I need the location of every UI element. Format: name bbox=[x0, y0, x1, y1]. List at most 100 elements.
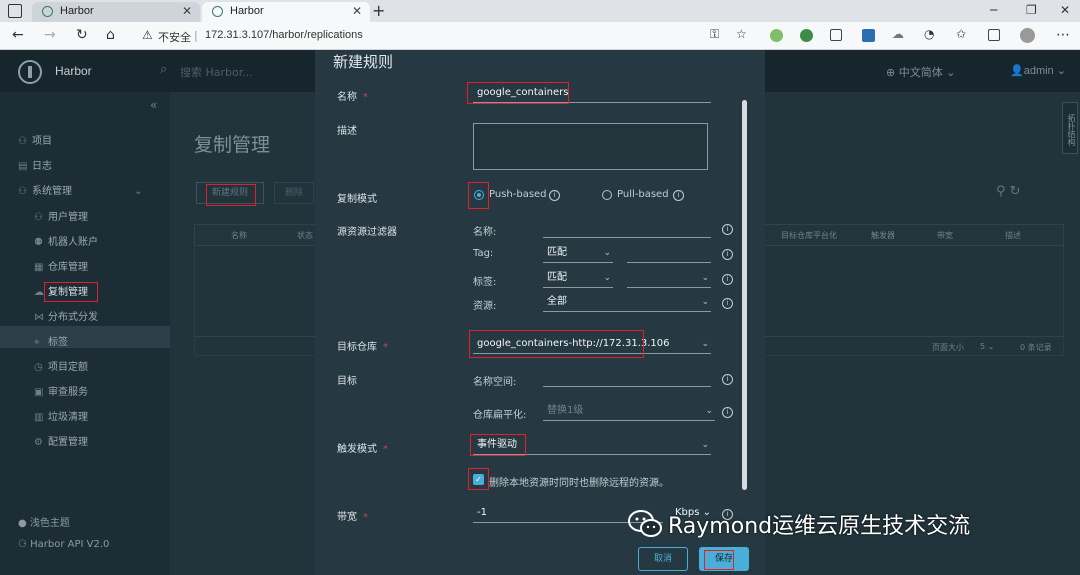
page-size-value: 5 bbox=[980, 342, 986, 351]
bandwidth-label: 带宽 * bbox=[337, 508, 368, 523]
url-separator: | bbox=[194, 29, 198, 42]
cloud-icon[interactable]: ☁ bbox=[892, 27, 904, 41]
extension-icon[interactable] bbox=[800, 29, 813, 42]
source-filter-label: 源资源过滤器 bbox=[337, 227, 397, 238]
back-icon[interactable]: ← bbox=[12, 27, 24, 43]
url-field[interactable]: 172.31.3.107/harbor/replications bbox=[205, 29, 363, 41]
robot-icon: ⚉ bbox=[34, 237, 43, 248]
minimize-icon[interactable]: ─ bbox=[990, 3, 997, 17]
extension-icon[interactable] bbox=[830, 29, 842, 41]
project-icon: ⚇ bbox=[18, 136, 27, 147]
search-input[interactable]: 搜索 Harbor... bbox=[180, 64, 253, 80]
user-icon: ⚇ bbox=[34, 212, 43, 223]
favorites-icon[interactable]: ✩ bbox=[956, 27, 966, 41]
namespace-input[interactable] bbox=[543, 369, 711, 387]
log-icon: ▤ bbox=[18, 161, 28, 172]
column-header[interactable]: 触发器 bbox=[871, 230, 895, 241]
sidebar-item-label: 分布式分发 bbox=[48, 312, 98, 323]
column-header[interactable]: 描述 bbox=[1005, 230, 1021, 241]
filter-tag-select[interactable]: 匹配 ⌄ bbox=[543, 245, 613, 263]
column-header[interactable]: 名称 bbox=[231, 230, 247, 241]
new-tab-icon[interactable]: + bbox=[372, 1, 385, 20]
maximize-icon[interactable]: ❐ bbox=[1026, 3, 1037, 17]
sidebar-item-projects[interactable]: ⚇ 项目 bbox=[18, 132, 52, 147]
page-size-select[interactable]: 5 ⌄ bbox=[980, 342, 994, 351]
destination-registry-label-text: 目标仓库 bbox=[337, 342, 377, 353]
security-label[interactable]: 不安全 bbox=[158, 29, 191, 45]
theme-toggle[interactable]: ● 浅色主题 bbox=[18, 514, 70, 529]
sidebar-item-quotas[interactable]: ◷ 项目定额 bbox=[34, 358, 88, 373]
brand-name[interactable]: Harbor bbox=[55, 64, 92, 78]
filter-label-select[interactable]: 匹配 ⌄ bbox=[543, 270, 613, 288]
pull-based-radio[interactable] bbox=[602, 190, 612, 200]
browser-tab-1[interactable]: Harbor ✕ bbox=[32, 2, 200, 22]
search-icon[interactable]: ⚲ ↻ bbox=[996, 184, 1021, 199]
close-window-icon[interactable]: ✕ bbox=[1060, 3, 1070, 17]
sidebar-item-registries[interactable]: ▦ 仓库管理 bbox=[34, 258, 88, 273]
highlight-box bbox=[206, 184, 256, 206]
collapse-sidebar-icon[interactable]: « bbox=[150, 98, 157, 112]
sidebar-item-label: 项目定额 bbox=[48, 362, 88, 373]
search-icon[interactable]: ⌕ bbox=[160, 62, 167, 77]
modal-scrollbar[interactable] bbox=[742, 100, 747, 490]
warning-icon[interactable]: ⚠ bbox=[142, 28, 153, 42]
highlight-box bbox=[44, 282, 98, 302]
close-tab-icon[interactable]: ✕ bbox=[352, 4, 362, 18]
sidebar-item-robots[interactable]: ⚉ 机器人账户 bbox=[34, 233, 98, 248]
tab-actions-icon[interactable] bbox=[8, 4, 22, 18]
column-header[interactable]: 目标仓库平台化 bbox=[781, 230, 837, 241]
reload-icon[interactable]: ↻ bbox=[76, 27, 88, 43]
description-textarea[interactable] bbox=[473, 123, 708, 170]
info-icon[interactable]: i bbox=[673, 190, 684, 201]
language-selector[interactable]: ⊕ 中文简体 ⌄ bbox=[886, 64, 955, 80]
close-tab-icon[interactable]: ✕ bbox=[182, 4, 192, 18]
flatten-select[interactable]: 替换1级 ⌄ bbox=[543, 403, 715, 421]
info-icon[interactable]: i bbox=[722, 298, 733, 309]
filter-tag-label: Tag: bbox=[473, 248, 494, 259]
info-icon[interactable]: i bbox=[722, 224, 733, 235]
cancel-button[interactable]: 取消 bbox=[638, 547, 688, 571]
sidebar-item-users[interactable]: ⚇ 用户管理 bbox=[34, 208, 88, 223]
extension-icon[interactable]: ◔ bbox=[924, 27, 934, 41]
harbor-logo-icon[interactable] bbox=[18, 60, 42, 84]
sidebar-item-gc[interactable]: ▥ 垃圾清理 bbox=[34, 408, 88, 423]
column-header[interactable]: 状态 bbox=[297, 230, 313, 241]
highlight-box bbox=[468, 468, 489, 490]
sidebar-item-logs[interactable]: ▤ 日志 bbox=[18, 157, 52, 172]
sidebar-item-administration[interactable]: ⚇ 系统管理 ⌄ bbox=[18, 182, 142, 197]
filter-label-value: 匹配 bbox=[547, 272, 567, 283]
info-icon[interactable]: i bbox=[722, 274, 733, 285]
config-icon: ⚙ bbox=[34, 437, 43, 448]
filter-name-input[interactable] bbox=[543, 220, 711, 238]
extension-icon[interactable] bbox=[862, 29, 875, 42]
column-header[interactable]: 带宽 bbox=[937, 230, 953, 241]
info-icon[interactable]: i bbox=[549, 190, 560, 201]
push-based-label[interactable]: Push-based bbox=[489, 189, 547, 200]
profile-avatar[interactable] bbox=[1020, 28, 1035, 43]
delete-remote-label[interactable]: 删除本地资源时同时也删除远程的资源。 bbox=[489, 474, 669, 489]
info-icon[interactable]: i bbox=[722, 374, 733, 385]
filter-tag-input[interactable] bbox=[627, 245, 711, 263]
collections-icon[interactable] bbox=[988, 29, 1000, 41]
favorite-add-icon[interactable]: ☆ bbox=[736, 27, 747, 41]
extension-icon[interactable] bbox=[770, 29, 783, 42]
user-menu[interactable]: 👤admin ⌄ bbox=[1010, 64, 1066, 77]
sidebar-item-scanners[interactable]: ▣ 审查服务 bbox=[34, 383, 88, 398]
delete-rule-button[interactable]: 删除 bbox=[274, 182, 314, 204]
more-icon[interactable]: ⋯ bbox=[1056, 27, 1070, 43]
api-explorer-link[interactable]: ⚆ Harbor API V2.0 bbox=[18, 539, 109, 550]
sidebar-item-configuration[interactable]: ⚙ 配置管理 bbox=[34, 433, 88, 448]
sidebar-item-labels[interactable]: ⌖ 标签 bbox=[34, 333, 68, 348]
info-icon[interactable]: i bbox=[722, 407, 733, 418]
filter-resource-select[interactable]: 全部 ⌄ bbox=[543, 294, 711, 312]
info-icon[interactable]: i bbox=[722, 249, 733, 260]
browser-tab-2[interactable]: Harbor ✕ bbox=[202, 2, 370, 22]
key-icon[interactable]: ⚿ bbox=[710, 27, 719, 42]
filter-label-input[interactable]: ⌄ bbox=[627, 270, 711, 288]
pull-based-label[interactable]: Pull-based bbox=[617, 189, 669, 200]
side-panel-tab[interactable]: 拓扑结构 bbox=[1062, 102, 1078, 154]
sidebar-item-distribution[interactable]: ⋈ 分布式分发 bbox=[34, 308, 98, 323]
home-icon[interactable]: ⌂ bbox=[106, 27, 115, 43]
harbor-favicon-icon bbox=[42, 6, 53, 17]
forward-icon[interactable]: → bbox=[44, 27, 56, 43]
